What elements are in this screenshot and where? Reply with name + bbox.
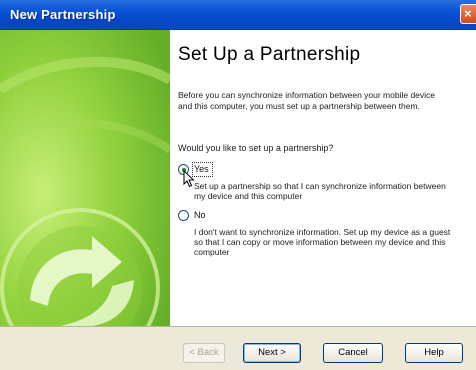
wizard-footer: < Back Next > Cancel Help [0,326,476,370]
no-radio[interactable] [178,210,189,221]
wizard-content: Set Up a Partnership Before you can sync… [170,30,476,326]
window-title: New Partnership [10,7,116,22]
no-label[interactable]: No [194,210,206,220]
yes-label[interactable]: Yes [194,164,209,174]
wizard-sidebar-graphic [0,30,170,326]
mouse-cursor-icon [183,170,195,188]
next-button[interactable]: Next > [243,343,301,363]
question-text: Would you like to set up a partnership? [178,143,334,153]
back-button[interactable]: < Back [183,343,225,363]
close-icon: × [464,6,472,21]
no-description: I don't want to synchronize information.… [194,227,451,257]
title-bar: New Partnership × [0,0,476,30]
cancel-button[interactable]: Cancel [323,343,383,363]
page-title: Set Up a Partnership [178,44,361,65]
help-button[interactable]: Help [405,343,463,363]
close-button[interactable]: × [460,4,476,24]
yes-description: Set up a partnership so that I can synch… [194,181,446,201]
sync-arrows-icon [0,30,170,326]
intro-text: Before you can synchronize information b… [178,90,436,111]
